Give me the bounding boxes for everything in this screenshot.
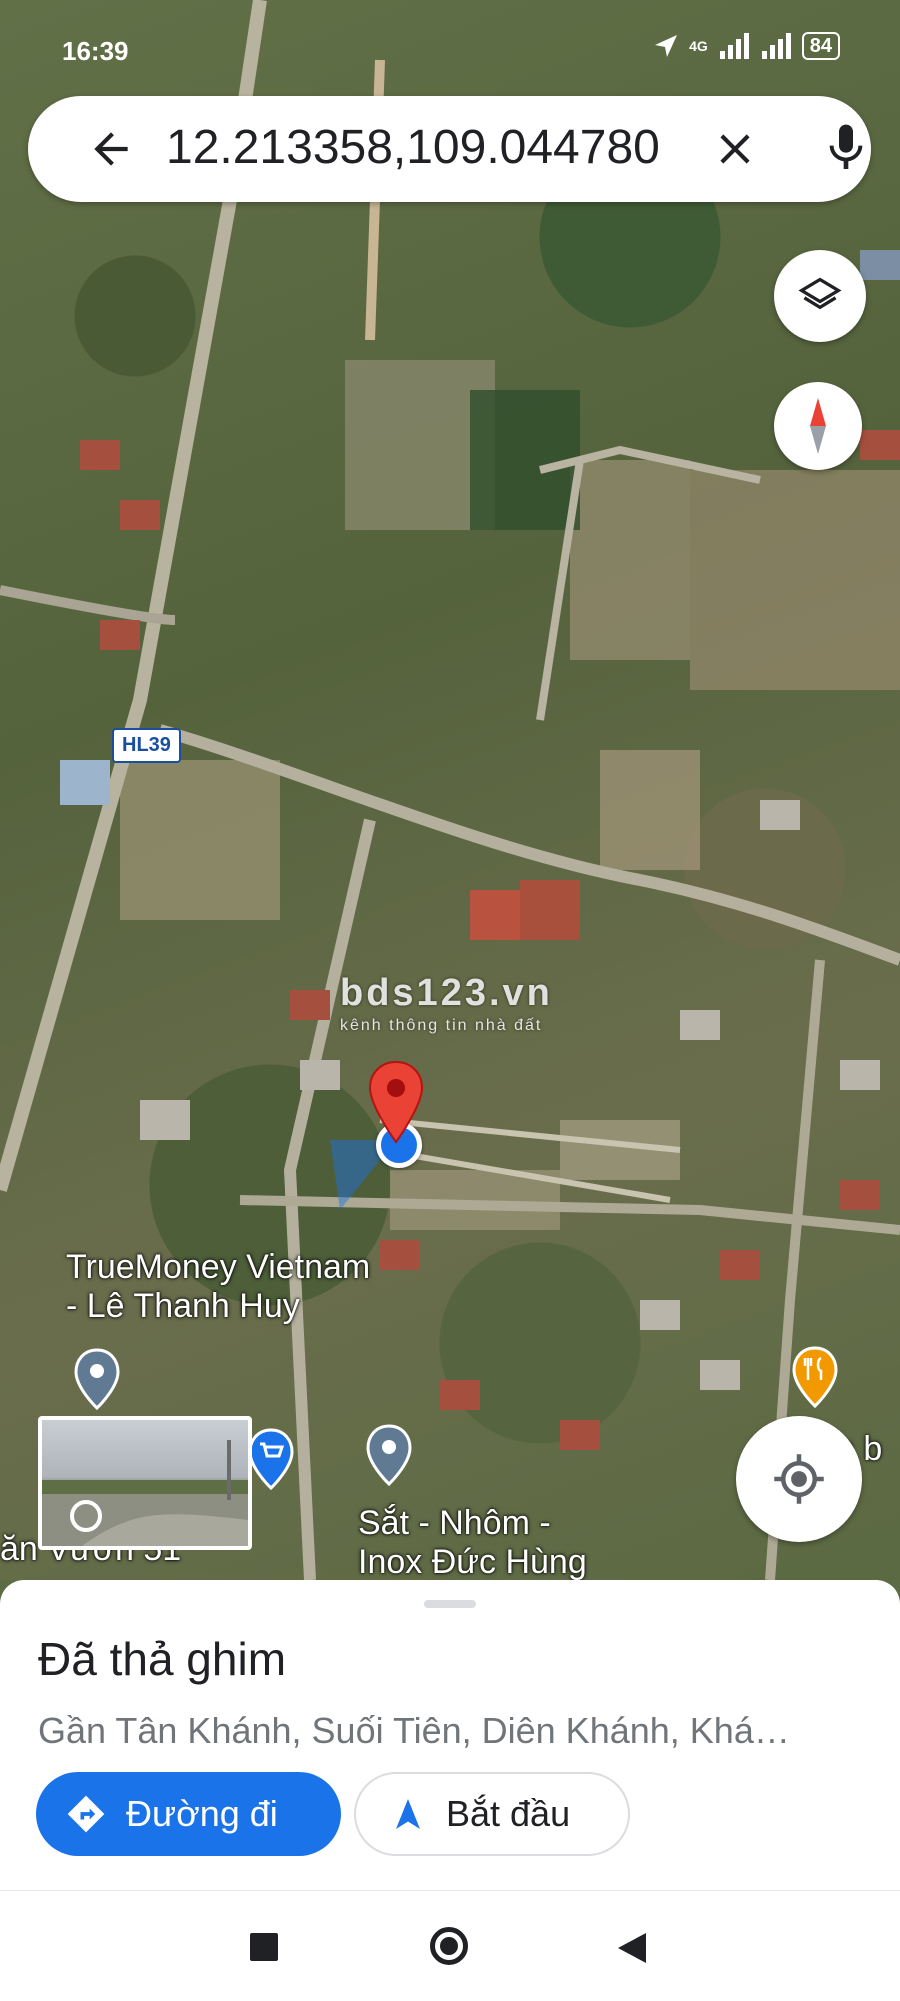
place-marker-icon[interactable] [366, 1424, 412, 1486]
satellite-map[interactable]: HL39 bds123.vn kênh thông tin nhà đất Tr… [0, 0, 900, 1580]
layers-button[interactable] [774, 250, 866, 342]
close-icon[interactable] [710, 124, 760, 174]
poi-label-truemoney[interactable]: TrueMoney Vietnam - Lê Thanh Huy [66, 1248, 370, 1326]
poi-label-sat-nhom[interactable]: Sắt - Nhôm - Inox Đức Hùng [358, 1504, 587, 1580]
directions-button[interactable]: Đường đi [36, 1772, 341, 1856]
dropped-pin-icon[interactable] [366, 1058, 426, 1148]
directions-icon [67, 1795, 105, 1833]
location-arrow-icon [655, 35, 678, 57]
home-dot [440, 1937, 458, 1955]
restaurant-marker-icon[interactable] [792, 1346, 838, 1408]
place-marker-icon[interactable] [74, 1348, 120, 1410]
watermark-subtitle: kênh thông tin nhà đất [340, 1017, 543, 1034]
status-bar: 16:39 4G 84 [0, 0, 900, 90]
arrow-back-icon[interactable] [86, 124, 136, 174]
search-input[interactable]: 12.213358,109.044780 [166, 120, 660, 175]
start-label: Bắt đầu [446, 1793, 571, 1834]
poi-label-line: - Lê Thanh Huy [66, 1287, 300, 1325]
compass-button[interactable] [774, 382, 862, 470]
my-location-icon [774, 1454, 824, 1504]
poi-label-line: TrueMoney Vietnam [66, 1248, 371, 1286]
recents-button[interactable] [250, 1933, 278, 1961]
sheet-drag-handle[interactable] [424, 1600, 476, 1608]
status-time: 16:39 [62, 36, 129, 66]
my-location-button[interactable] [736, 1416, 862, 1542]
watermark-title: bds123.vn [340, 972, 553, 1014]
watermark: bds123.vn kênh thông tin nhà đất [340, 972, 553, 1035]
navigation-arrow-icon [396, 1799, 420, 1829]
status-icons: 4G 84 [653, 32, 840, 60]
street-view-thumbnail[interactable] [38, 1416, 252, 1550]
back-button[interactable] [616, 1931, 648, 1965]
place-address: Gần Tân Khánh, Suối Tiên, Diên Khánh, Kh… [38, 1710, 790, 1751]
directions-label: Đường đi [126, 1793, 278, 1834]
home-button[interactable] [430, 1927, 468, 1965]
system-nav-bar [0, 1890, 900, 2001]
place-bottom-sheet[interactable]: Đã thả ghim Gần Tân Khánh, Suối Tiên, Di… [0, 1580, 900, 1890]
signal-icon [719, 33, 749, 59]
battery-indicator: 84 [801, 32, 840, 60]
start-button[interactable]: Bắt đầu [354, 1772, 630, 1856]
poi-label-line: Sắt - Nhôm - [358, 1504, 551, 1542]
network-type: 4G [689, 38, 708, 54]
shopping-cart-marker-icon[interactable] [248, 1428, 294, 1490]
signal-icon [761, 33, 791, 59]
search-bar[interactable]: 12.213358,109.044780 [28, 96, 871, 202]
layers-icon [798, 277, 842, 310]
poi-label-line: Inox Đức Hùng [358, 1543, 587, 1580]
compass-icon [810, 398, 826, 454]
map-terrain [0, 0, 900, 1580]
street-view-preview [42, 1440, 248, 1546]
place-title: Đã thả ghim [38, 1633, 287, 1685]
mic-icon[interactable] [818, 118, 874, 178]
road-label-hl39: HL39 [112, 728, 181, 763]
